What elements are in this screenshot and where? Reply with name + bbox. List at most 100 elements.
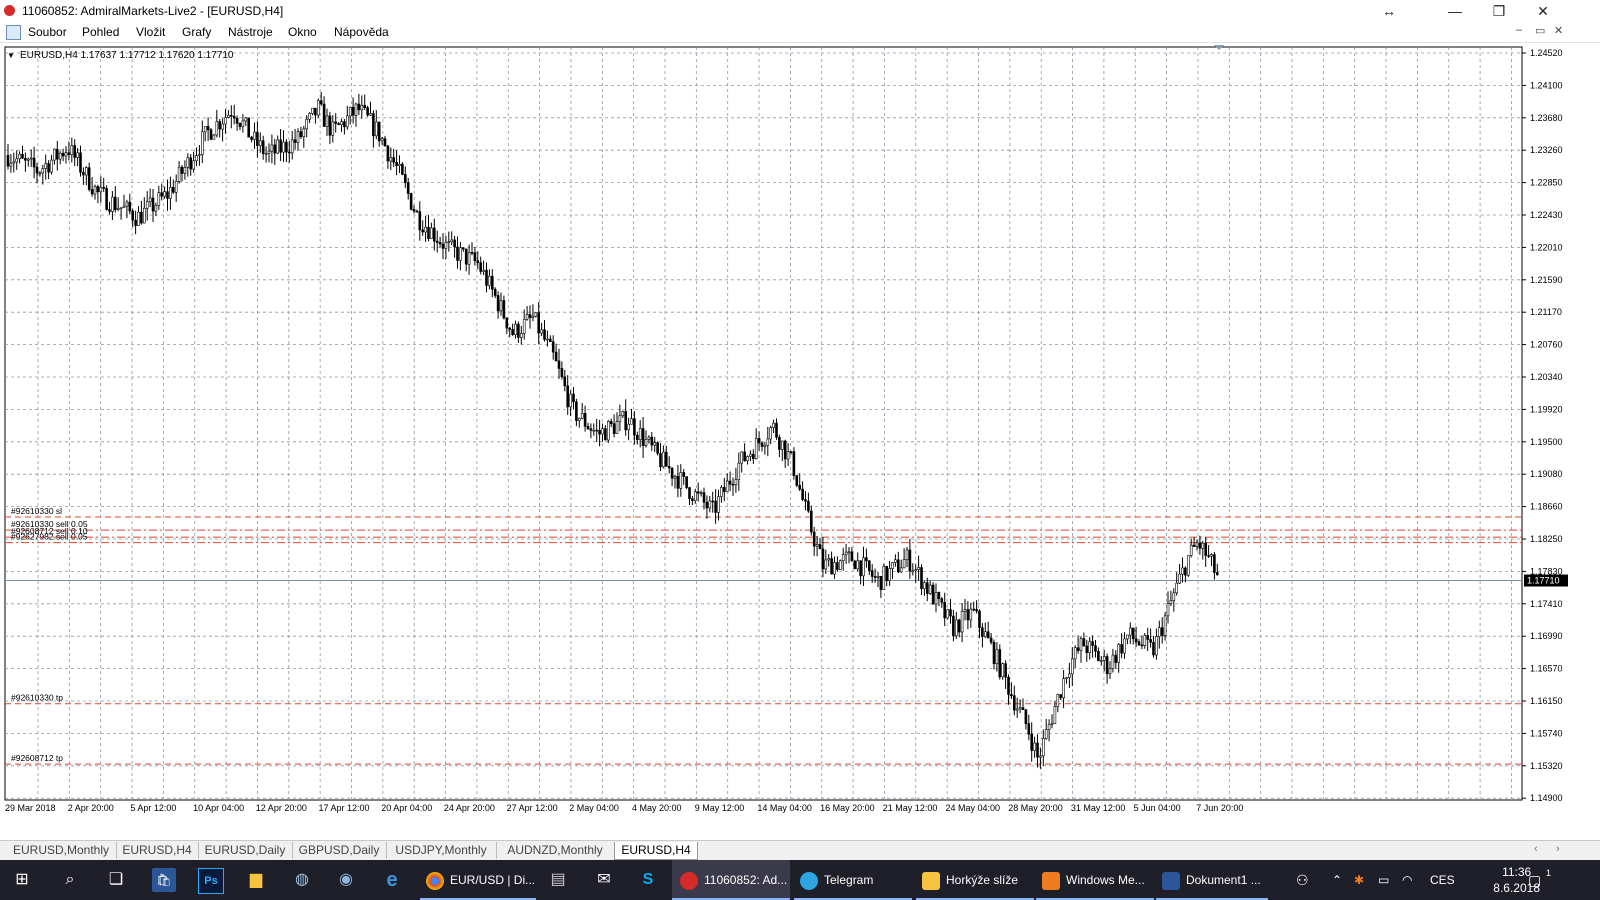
store-icon[interactable]: 🛍 [152,868,176,892]
tab-eurusd-h4[interactable]: EURUSD,H4 [116,842,199,859]
chart-axes: 1.24520 1.24100 1.23680 1.23260 1.22850 1.224… [5,45,1568,813]
chart-collapse-icon[interactable]: ▼ [7,51,15,60]
resize-button[interactable]: ↔ [1366,0,1412,22]
tray-app-icon[interactable]: ✱ [1354,860,1364,900]
candle-body [815,544,819,547]
photoshop-icon[interactable]: Ps [198,868,224,894]
taskbar-mt4[interactable]: 11060852: Ad... [672,860,790,900]
candle-body [209,129,213,140]
tab-eurusd-monthly[interactable]: EURUSD,Monthly [6,842,117,859]
candle-body [421,229,425,233]
menu-soubor[interactable]: Soubor [28,25,67,39]
candle-body [438,242,442,245]
price-axis-label: 1.19500 [1530,437,1563,447]
tab-audnzd-monthly[interactable]: AUDNZD,Monthly [496,842,615,859]
maximize-button[interactable]: ❐ [1476,0,1522,22]
candle-body [917,567,920,570]
candle-body [354,103,358,116]
price-chart[interactable]: #92610330 sl#92610330 sell 0.05#92608712… [0,43,1600,840]
app-icon-circle[interactable]: ◉ [334,868,358,892]
candle-body [850,551,854,562]
candle-body [1071,658,1074,675]
candle-body [485,269,488,286]
candle-body [453,239,456,248]
price-axis-label: 1.22010 [1530,242,1563,252]
battery-icon[interactable]: ▭ [1378,860,1389,900]
chart-grid [4,46,1523,801]
menu-grafy[interactable]: Grafy [182,25,211,39]
people-icon[interactable]: ⚇ [1296,860,1309,900]
candle-body [1056,694,1060,707]
app-icon-printer[interactable]: ▤ [546,868,570,892]
time-axis-label: 5 Jun 04:00 [1134,803,1181,813]
language-indicator[interactable]: CES [1430,860,1455,900]
tabs-scroll-right-icon[interactable]: › [1556,843,1560,855]
tab-eurusd-daily[interactable]: EURUSD,Daily [198,842,293,859]
tab-usdjpy-monthly[interactable]: USDJPY,Monthly [386,842,497,859]
candle-body [772,422,775,428]
candle-body [1007,676,1010,695]
candle-body [757,438,761,444]
candle-body [285,141,288,153]
candle-body [679,472,683,489]
tray-chevron-icon[interactable]: ⌃ [1332,860,1342,900]
candle-body [499,300,503,312]
menu-nastroje[interactable]: Nástroje [228,25,273,39]
candle-body [50,159,53,173]
taskbar-folder[interactable]: Horkýže slíže [916,860,1034,900]
candle-body [386,145,390,162]
tab-eurusd-h4-active[interactable]: EURUSD,H4 [614,842,698,860]
chart-window-icon[interactable] [6,25,21,40]
menu-vlozit[interactable]: Vložit [136,25,165,39]
candle-body [595,429,599,432]
chrome-icon [426,871,444,890]
candle-body [708,500,712,509]
taskbar-telegram[interactable]: Telegram [794,860,912,900]
candle-body [343,121,346,128]
time-axis-label: 27 Apr 12:00 [507,803,558,813]
task-view-icon[interactable]: ❏ [104,868,128,892]
menu-okno[interactable]: Okno [288,25,317,39]
mail-icon[interactable]: ✉ [592,868,616,892]
close-button[interactable]: ✕ [1520,0,1566,22]
skype-icon[interactable]: S [636,868,660,892]
tabs-scroll-left-icon[interactable]: ‹ [1534,843,1538,855]
candle-body [418,211,422,231]
candle-body [789,451,793,453]
candle-body [650,436,654,446]
taskbar-media[interactable]: Windows Me... [1036,860,1154,900]
tab-gbpusd-daily[interactable]: GBPUSD,Daily [292,842,387,859]
candle-body [479,262,483,272]
child-close-button[interactable]: ✕ [1554,24,1563,37]
candle-body [635,434,639,440]
candle-body [1184,567,1187,576]
wifi-icon[interactable]: ◠ [1402,860,1412,900]
search-icon[interactable]: ⌕ [58,868,82,892]
taskbar-word[interactable]: Dokument1 ... [1156,860,1268,900]
edge-icon[interactable]: e [380,868,404,892]
chart-window[interactable]: #92610330 sl #92610330 sell 0.05 #92608712… [0,43,1600,840]
file-explorer-icon[interactable]: ▆ [244,868,268,892]
minimize-button[interactable]: — [1432,0,1478,22]
menu-napoveda[interactable]: Nápověda [334,25,389,39]
taskbar-chrome[interactable]: EUR/USD | Di... [420,860,536,900]
price-axis-label: 1.16990 [1530,631,1563,641]
child-restore-button[interactable]: ▭ [1535,24,1545,37]
notification-icon[interactable]: ▢ [1528,860,1541,900]
app-icon-globe[interactable]: ◍ [290,868,314,892]
menu-pohled[interactable]: Pohled [82,25,119,39]
child-minimize-button[interactable]: – [1516,24,1522,36]
candle-body [482,269,485,272]
candle-body [725,480,729,493]
current-price-label: 1.17710 [1527,576,1560,586]
price-axis-label: 1.21590 [1530,275,1563,285]
windows-start-icon[interactable]: ⊞ [10,868,34,892]
candle-body [401,163,404,175]
candle-body [258,140,262,146]
candle-body [1027,723,1031,735]
candle-body [862,557,865,577]
candle-body [659,453,662,468]
candle-body [934,592,938,605]
candle-body [122,205,126,208]
candle-body [351,106,355,116]
